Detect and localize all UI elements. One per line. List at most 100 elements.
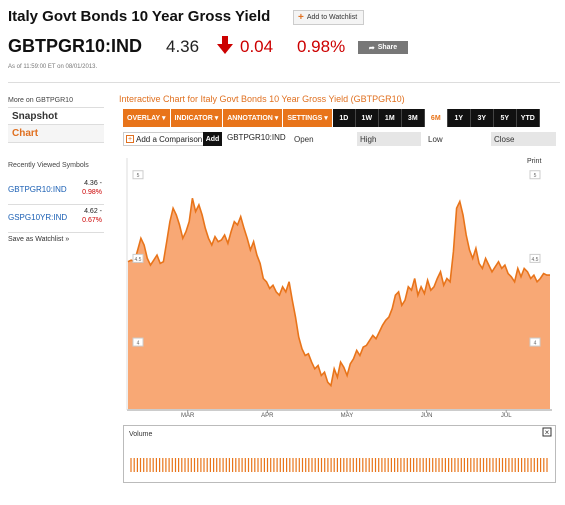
volume-bar: [311, 458, 313, 472]
volume-bar: [200, 458, 202, 472]
volume-bar: [394, 458, 396, 472]
volume-bar: [301, 458, 304, 472]
volume-bar: [368, 458, 370, 472]
volume-bar: [489, 458, 491, 472]
range-1m[interactable]: 1M: [378, 109, 402, 127]
volume-bar: [314, 458, 316, 472]
y-tick-label-right: 5: [534, 173, 537, 179]
volume-bar: [317, 458, 319, 472]
volume-bar: [238, 458, 240, 472]
range-3y[interactable]: 3Y: [470, 109, 494, 127]
settings-menu[interactable]: SETTINGS ▾: [283, 109, 333, 127]
price-chart[interactable]: 4 4.5 5 4 4.5 5 MAR APR MAY JUN JUL: [123, 152, 556, 420]
volume-bar: [397, 458, 399, 472]
overlay-menu[interactable]: OVERLAY ▾: [123, 109, 171, 127]
add-comparison-field[interactable]: + Add a Comparison: [123, 132, 208, 146]
volume-bar: [136, 458, 138, 472]
volume-bar: [527, 458, 529, 472]
volume-bar: [467, 458, 469, 472]
volume-bar: [378, 458, 380, 472]
volume-bar: [257, 458, 259, 472]
y-tick-label-left: 4: [137, 341, 140, 347]
volume-bar: [244, 458, 246, 472]
recent-symbol-link[interactable]: GBTPGR10:IND: [8, 185, 67, 194]
volume-bar: [235, 458, 237, 472]
chart-title: Interactive Chart for Italy Govt Bonds 1…: [119, 94, 405, 104]
volume-bar: [530, 458, 532, 472]
volume-bar: [187, 458, 189, 472]
volume-bar: [470, 458, 472, 472]
plus-box-icon: +: [126, 135, 134, 143]
volume-bar: [276, 458, 278, 472]
volume-bar: [409, 458, 412, 472]
volume-bar: [139, 458, 142, 472]
x-tick-label: APR: [261, 413, 274, 419]
volume-bar: [413, 458, 415, 472]
page-title: Italy Govt Bonds 10 Year Gross Yield: [8, 8, 271, 25]
ohlc-open: Open: [291, 132, 355, 146]
volume-bar: [476, 458, 478, 472]
volume-bar: [254, 458, 256, 472]
volume-bar: [279, 458, 281, 472]
sidebar-item-snapshot[interactable]: Snapshot: [8, 107, 104, 125]
volume-bar: [432, 458, 434, 472]
range-6m[interactable]: 6M: [424, 109, 448, 127]
ticker-symbol: GBTPGR10:IND: [8, 36, 143, 56]
volume-bar: [540, 458, 542, 472]
range-3m[interactable]: 3M: [401, 109, 425, 127]
recent-symbol-row: GSPG10YR:IND 4.62 - 0.67%: [8, 207, 104, 233]
volume-bar: [486, 458, 488, 472]
volume-bar: [438, 458, 440, 472]
chart-subbar: + Add a Comparison Add GBTPGR10:IND Open…: [123, 132, 556, 146]
add-comparison-button[interactable]: Add: [203, 132, 222, 146]
volume-bar: [387, 458, 389, 472]
share-button[interactable]: ➦ Share: [358, 41, 408, 54]
volume-bar: [454, 458, 456, 472]
volume-bar: [181, 458, 183, 472]
volume-bar: [460, 458, 462, 472]
volume-bar: [155, 458, 157, 472]
annotation-menu[interactable]: ANNOTATION ▾: [223, 109, 284, 127]
price-change: 0.04: [240, 37, 274, 56]
range-1y[interactable]: 1Y: [447, 109, 471, 127]
volume-bar: [346, 458, 348, 472]
volume-bar: [365, 458, 367, 472]
volume-bar: [282, 458, 284, 472]
price-area: [128, 198, 550, 409]
volume-bar: [330, 458, 332, 472]
volume-bar: [390, 458, 392, 472]
volume-bar: [381, 458, 383, 472]
volume-bar: [501, 458, 504, 472]
y-tick-label-left: 4.5: [135, 257, 142, 263]
volume-bar: [149, 458, 151, 472]
volume-bar: [273, 458, 275, 472]
volume-bar: [216, 458, 218, 472]
volume-bar: [340, 458, 342, 472]
volume-bar: [457, 458, 459, 472]
range-1d[interactable]: 1D: [332, 109, 356, 127]
save-as-watchlist-link[interactable]: Save as Watchlist »: [8, 236, 69, 243]
ohlc-low: Low: [425, 132, 489, 146]
volume-bar: [165, 458, 167, 472]
range-5y[interactable]: 5Y: [493, 109, 517, 127]
recent-symbol-row: GBTPGR10:IND 4.36 - 0.98%: [8, 179, 104, 205]
volume-bar: [403, 458, 405, 472]
volume-bar: [178, 458, 180, 472]
range-1w[interactable]: 1W: [355, 109, 379, 127]
volume-bar: [422, 458, 424, 472]
volume-frame: [123, 425, 556, 483]
add-to-watchlist-button[interactable]: + Add to Watchlist: [293, 10, 365, 25]
indicator-menu[interactable]: INDICATOR ▾: [170, 109, 224, 127]
down-arrow-icon: [217, 36, 233, 54]
range-ytd[interactable]: YTD: [516, 109, 540, 127]
volume-bar: [441, 458, 443, 472]
volume-bar: [543, 458, 545, 472]
volume-bar: [190, 458, 192, 472]
y-tick-label-left: 5: [137, 173, 140, 179]
volume-bar: [419, 458, 421, 472]
volume-bar: [435, 458, 437, 472]
sidebar-item-chart[interactable]: Chart: [8, 125, 104, 143]
recent-symbol-link[interactable]: GSPG10YR:IND: [8, 213, 67, 222]
volume-bar: [225, 458, 227, 472]
volume-bar: [263, 458, 265, 472]
